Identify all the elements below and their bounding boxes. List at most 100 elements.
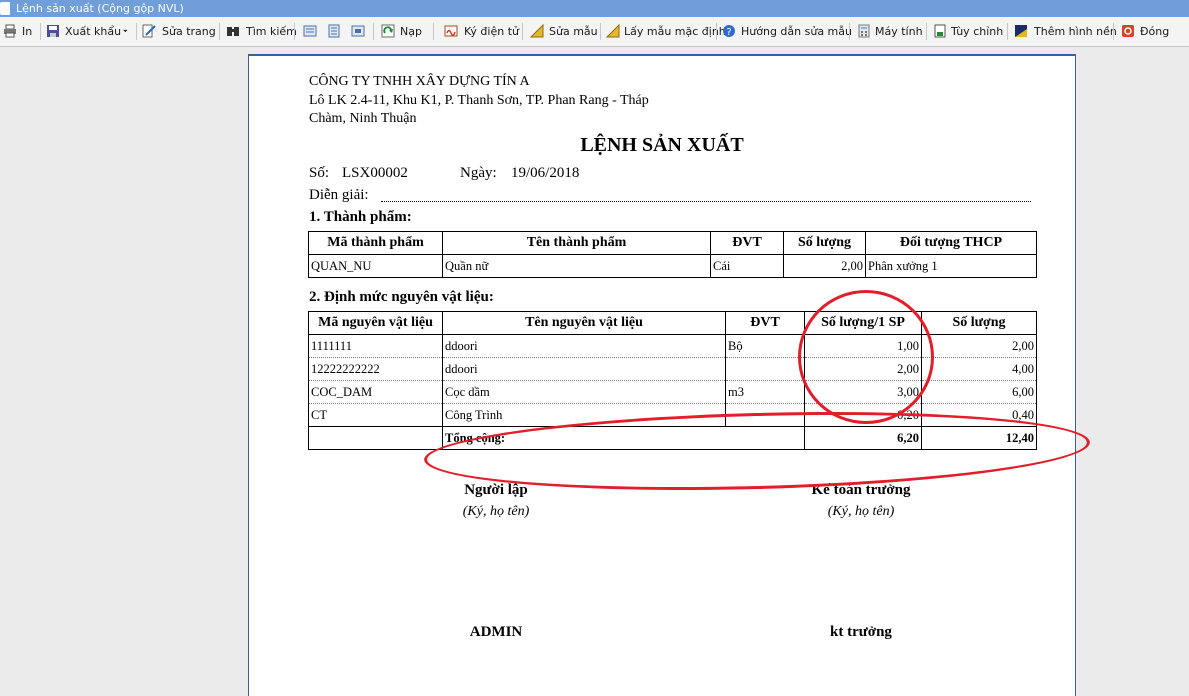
toolbar-separator <box>40 23 41 40</box>
material-name: ddoori <box>442 334 726 358</box>
table-row: 12222222222 ddoori 2,00 4,00 <box>308 357 1037 381</box>
calculator-icon <box>858 24 870 38</box>
materials-header-code: Mã nguyên vật liệu <box>308 311 443 335</box>
preparer-note: (Ký, họ tên) <box>462 504 530 519</box>
company-address-line2: Chàm, Ninh Thuận <box>309 111 417 126</box>
single-page-view-button[interactable] <box>303 23 317 40</box>
product-quantity: 2,00 <box>783 254 866 278</box>
binoculars-icon <box>227 27 239 36</box>
materials-header-qty-per-product: Số lượng/1 SP <box>804 311 922 335</box>
total-spacer <box>308 426 443 450</box>
total-row: Tổng cộng: 6,20 12,40 <box>308 426 1037 450</box>
products-header-cost-object: Đối tượng THCP <box>865 231 1037 255</box>
materials-table: Mã nguyên vật liệu Tên nguyên vật liệu Đ… <box>308 311 1037 450</box>
number-value: LSX00002 <box>342 165 408 181</box>
material-quantity: 0,40 <box>921 403 1037 427</box>
table-row: CT Công Trình 0,20 0,40 <box>308 403 1037 427</box>
material-quantity: 2,00 <box>921 334 1037 358</box>
company-name: CÔNG TY TNHH XÂY DỰNG TÍN A <box>309 74 530 89</box>
material-code: COC_DAM <box>308 380 443 404</box>
page-width-icon <box>351 25 365 37</box>
preparer-name: ADMIN <box>469 624 523 640</box>
date-value: 19/06/2018 <box>511 165 580 181</box>
window-title-bar: Lệnh sản xuất (Cộng gộp NVL) <box>0 0 1189 17</box>
table-row: 1111111 ddoori Bộ 1,00 2,00 <box>308 334 1037 358</box>
report-toolbar: In Xuất khẩu Sửa trang Tìm kiếm Nạp Ký đ… <box>0 17 1189 47</box>
product-unit: Cái <box>710 254 784 278</box>
materials-header-name: Tên nguyên vật liệu <box>442 311 726 335</box>
preparer-title: Người lập <box>464 482 528 498</box>
material-unit <box>725 357 805 381</box>
toolbar-separator <box>1007 23 1008 40</box>
number-label: Số: <box>309 165 330 181</box>
report-page: CÔNG TY TNHH XÂY DỰNG TÍN A Lô LK 2.4-11… <box>248 54 1076 696</box>
material-qty-per-product: 0,20 <box>804 403 922 427</box>
refresh-icon <box>381 24 395 38</box>
accountant-note: (Ký, họ tên) <box>827 504 895 519</box>
section-materials-title: 2. Định mức nguyên vật liệu: <box>309 289 494 305</box>
two-page-view-button[interactable] <box>327 23 341 40</box>
single-page-icon <box>303 25 317 37</box>
customize-icon <box>934 24 946 38</box>
products-header-unit: ĐVT <box>710 231 784 255</box>
material-qty-per-product: 1,00 <box>804 334 922 358</box>
total-label: Tổng cộng: <box>442 426 805 450</box>
material-quantity: 6,00 <box>921 380 1037 404</box>
material-unit: Bộ <box>725 334 805 358</box>
material-qty-per-product: 2,00 <box>804 357 922 381</box>
toolbar-separator <box>136 23 137 40</box>
export-dropdown-arrow[interactable] <box>123 23 131 40</box>
toolbar-separator <box>849 23 850 40</box>
product-code: QUAN_NU <box>308 254 443 278</box>
product-cost-object: Phân xưởng 1 <box>865 254 1037 278</box>
accountant-name: kt trưởng <box>830 624 892 640</box>
accountant-title: Kế toán trưởng <box>811 482 911 498</box>
toolbar-separator <box>294 23 295 40</box>
materials-header-quantity: Số lượng <box>921 311 1037 335</box>
document-title: LỆNH SẢN XUẤT <box>580 134 744 156</box>
svg-text:?: ? <box>726 27 731 38</box>
material-unit: m3 <box>725 380 805 404</box>
chevron-down-icon <box>123 29 128 33</box>
table-row: QUAN_NU Quần nữ Cái 2,00 Phân xưởng 1 <box>308 254 1037 278</box>
material-code: CT <box>308 403 443 427</box>
help-icon: ? <box>723 25 735 38</box>
products-table: Mã thành phẩm Tên thành phẩm ĐVT Số lượn… <box>308 231 1037 278</box>
toolbar-separator <box>433 23 434 40</box>
app-icon <box>0 2 10 15</box>
ruler-icon <box>606 24 620 38</box>
toolbar-separator <box>716 23 717 40</box>
products-header-quantity: Số lượng <box>783 231 866 255</box>
products-header-code: Mã thành phẩm <box>308 231 443 255</box>
section-products-title: 1. Thành phẩm: <box>309 209 412 225</box>
description-field <box>381 201 1031 202</box>
window-title: Lệnh sản xuất (Cộng gộp NVL) <box>16 2 184 15</box>
total-qty-per-product: 6,20 <box>804 426 922 450</box>
page-width-view-button[interactable] <box>351 23 365 40</box>
description-label: Diễn giải: <box>309 187 369 203</box>
toolbar-separator <box>373 23 374 40</box>
two-page-icon <box>328 24 340 38</box>
save-icon <box>47 25 59 37</box>
material-name: Công Trình <box>442 403 726 427</box>
material-name: ddoori <box>442 357 726 381</box>
material-code: 1111111 <box>308 334 443 358</box>
close-icon <box>1122 25 1134 37</box>
toolbar-separator <box>600 23 601 40</box>
toolbar-separator <box>926 23 927 40</box>
table-row: COC_DAM Cọc dầm m3 3,00 6,00 <box>308 380 1037 404</box>
material-name: Cọc dầm <box>442 380 726 404</box>
material-code: 12222222222 <box>308 357 443 381</box>
background-image-icon <box>1015 25 1027 37</box>
products-header-name: Tên thành phẩm <box>442 231 711 255</box>
total-quantity: 12,40 <box>921 426 1037 450</box>
material-qty-per-product: 3,00 <box>804 380 922 404</box>
toolbar-separator <box>522 23 523 40</box>
edit-page-icon <box>142 24 156 38</box>
date-label: Ngày: <box>460 165 497 181</box>
printer-icon <box>4 24 16 38</box>
material-unit <box>725 403 805 427</box>
ruler-icon <box>530 24 544 38</box>
e-signature-icon <box>444 25 458 37</box>
company-address-line1: Lô LK 2.4-11, Khu K1, P. Thanh Sơn, TP. … <box>309 93 649 108</box>
